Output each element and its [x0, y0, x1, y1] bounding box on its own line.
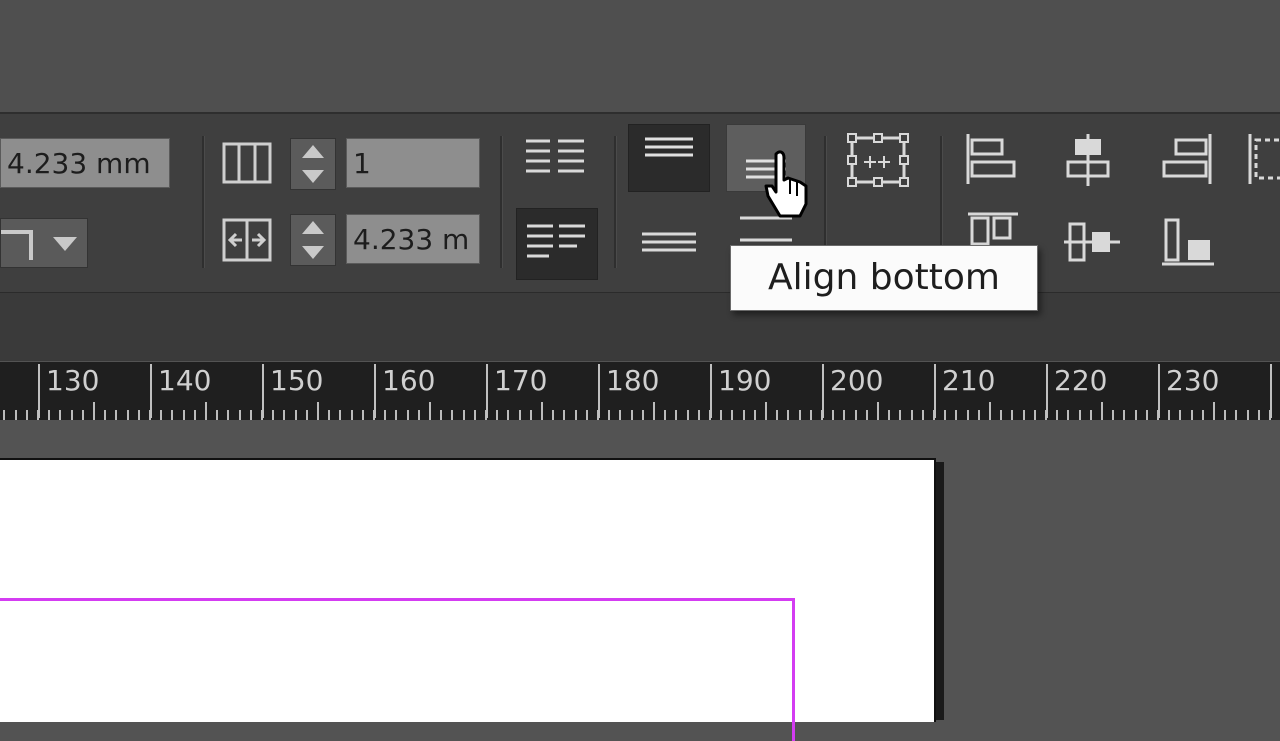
- align-top-text-icon: [645, 137, 693, 157]
- stepper-down-icon[interactable]: [302, 246, 324, 259]
- gutter-icon: [222, 218, 272, 262]
- stepper-up-icon[interactable]: [302, 221, 324, 234]
- horizontal-ruler[interactable]: 130 140 150 160 170 180 190 200 210 220 …: [0, 362, 1280, 420]
- align-bottom-icon[interactable]: [1160, 214, 1216, 268]
- gutter-field[interactable]: 4.233 m: [346, 214, 480, 264]
- page-shadow: [936, 462, 944, 720]
- ruler-major-tick: [486, 364, 488, 418]
- ruler-label: 210: [942, 364, 996, 397]
- ruler-major-tick: [1158, 364, 1160, 418]
- ruler-label: 160: [382, 364, 436, 397]
- separator: [614, 136, 616, 268]
- align-right-icon[interactable]: [1160, 132, 1216, 188]
- align-top-icon[interactable]: [966, 210, 1020, 250]
- distribute-icon[interactable]: [1246, 132, 1280, 188]
- ruler-major-tick: [710, 364, 712, 418]
- span-columns-icon: [527, 224, 585, 258]
- ruler-major-tick: [150, 364, 152, 418]
- columns-count-field[interactable]: 1: [346, 138, 480, 188]
- ruler-label: 140: [158, 364, 212, 397]
- corner-shape-icon: [1, 230, 33, 260]
- ruler-label: 220: [1054, 364, 1108, 397]
- columns-icon: [222, 142, 272, 184]
- align-center-text-icon[interactable]: [640, 222, 698, 262]
- span-columns-button[interactable]: [516, 208, 598, 280]
- pasteboard-top: [0, 420, 1280, 460]
- ruler-label: 190: [718, 364, 772, 397]
- chevron-down-icon[interactable]: [53, 237, 77, 251]
- ruler-major-tick: [598, 364, 600, 418]
- gutter-top-field[interactable]: 4.233 mm: [0, 138, 170, 188]
- ruler-major-tick: [1046, 364, 1048, 418]
- align-horizontal-center-icon[interactable]: [1064, 132, 1112, 188]
- ruler-label: 200: [830, 364, 884, 397]
- ruler-major-tick: [374, 364, 376, 418]
- align-vertical-center-icon[interactable]: [1062, 218, 1122, 266]
- ruler-label: 130: [46, 364, 100, 397]
- columns-stepper[interactable]: [290, 138, 336, 190]
- gutter-stepper[interactable]: [290, 214, 336, 266]
- stepper-down-icon[interactable]: [302, 170, 324, 183]
- panel-bottom-strip: [0, 292, 1280, 361]
- ruler-label: 230: [1166, 364, 1220, 397]
- separator: [202, 136, 204, 268]
- align-left-icon[interactable]: [964, 132, 1018, 188]
- ruler-major-tick: [822, 364, 824, 418]
- align-top-text-button[interactable]: [628, 124, 710, 192]
- control-panel: 4.233 mm 1 4.233 m: [0, 112, 1280, 294]
- ruler-major-tick: [38, 364, 40, 418]
- text-columns-icon[interactable]: [524, 136, 588, 182]
- stepper-up-icon[interactable]: [302, 145, 324, 158]
- ruler-label: 180: [606, 364, 660, 397]
- auto-fit-frame-icon[interactable]: [846, 132, 910, 188]
- tooltip: Align bottom: [730, 245, 1038, 311]
- corner-shape-dropdown[interactable]: [0, 218, 88, 268]
- ruler-label: 170: [494, 364, 548, 397]
- separator: [500, 136, 502, 268]
- application-top-area: [0, 0, 1280, 112]
- ruler-major-tick: [262, 364, 264, 418]
- ruler-major-tick: [934, 364, 936, 418]
- hand-cursor-icon: [764, 150, 808, 218]
- ruler-major-tick: [1270, 364, 1272, 418]
- ruler-label: 150: [270, 364, 324, 397]
